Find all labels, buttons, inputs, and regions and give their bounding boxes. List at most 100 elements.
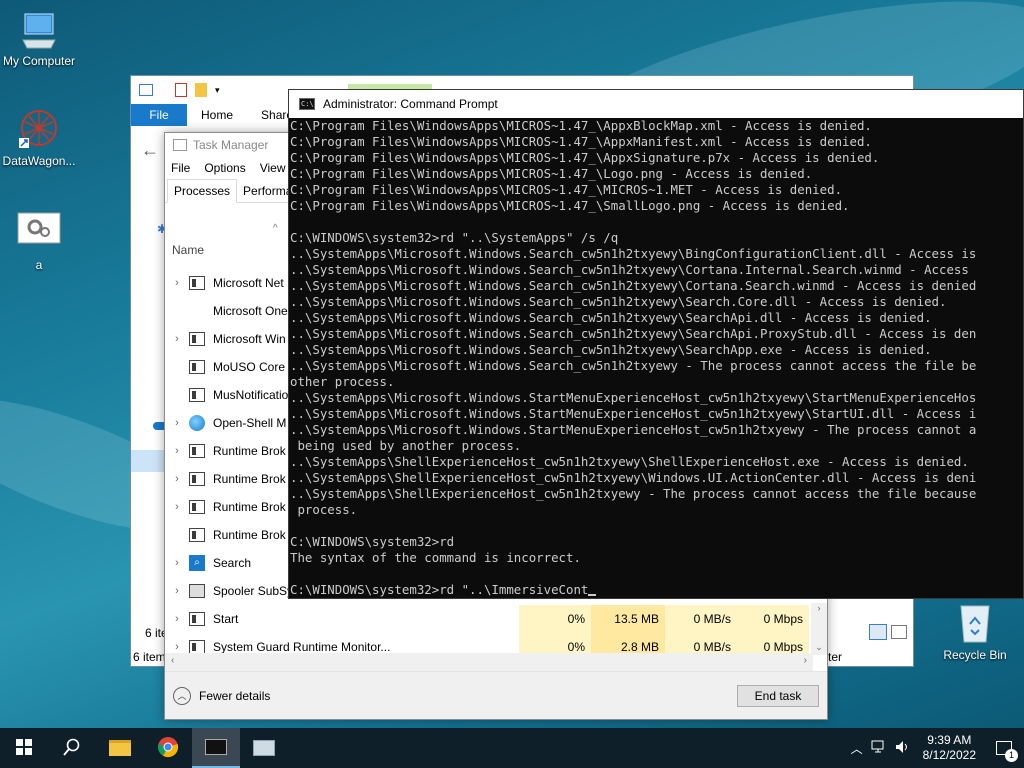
expand-chevron-icon[interactable]: ›: [165, 473, 189, 485]
horizontal-scrollbar[interactable]: ‹ ›: [165, 653, 813, 671]
recycle-bin-icon: [957, 600, 993, 644]
expand-chevron-icon[interactable]: ›: [165, 417, 189, 429]
command-prompt-titlebar[interactable]: C:\ Administrator: Command Prompt: [289, 90, 1023, 118]
fewer-details-label: Fewer details: [199, 688, 271, 703]
taskbar-chrome[interactable]: [144, 728, 192, 768]
task-manager-footer: ︿ Fewer details End task: [165, 671, 827, 719]
console-line: C:\WINDOWS\system32>rd "..\ImmersiveCont: [290, 582, 1024, 598]
console-text: C:\Program Files\WindowsApps\MICROS~1.47…: [290, 166, 813, 181]
fewer-details-button[interactable]: ︿ Fewer details: [173, 686, 271, 705]
action-center-button[interactable]: 1: [984, 728, 1024, 768]
taskbar-task-manager[interactable]: [240, 728, 288, 768]
back-arrow-icon[interactable]: ←: [141, 140, 159, 161]
menu-view[interactable]: View: [260, 161, 286, 175]
console-line: process.: [290, 502, 1024, 518]
menu-file[interactable]: File: [171, 161, 190, 175]
tab-home[interactable]: Home: [187, 104, 247, 126]
app-window-icon: [189, 612, 205, 626]
clock[interactable]: 9:39 AM 8/12/2022: [915, 733, 984, 763]
task-manager-icon: [253, 740, 275, 756]
console-line: C:\WINDOWS\system32>rd: [290, 534, 1024, 550]
taskbar-file-explorer[interactable]: [96, 728, 144, 768]
settings-file-icon: [17, 212, 61, 244]
expand-chevron-icon[interactable]: ›: [165, 445, 189, 457]
console-line: ..\SystemApps\Microsoft.Windows.Search_c…: [290, 342, 1024, 358]
desktop-icon-a[interactable]: a: [0, 212, 78, 272]
expand-chevron-icon[interactable]: ›: [165, 333, 189, 345]
expand-chevron-icon[interactable]: ›: [165, 641, 189, 653]
desktop-icon-my-computer[interactable]: My Computer: [0, 10, 78, 68]
desktop-icon-label: DataWagon...: [2, 154, 76, 168]
network-icon[interactable]: [867, 740, 891, 757]
console-text: The syntax of the command is incorrect.: [290, 550, 581, 565]
console-line: being used by another process.: [290, 438, 1024, 454]
new-folder-icon[interactable]: [195, 83, 207, 97]
dropdown-icon[interactable]: ▾: [215, 85, 220, 96]
search-button[interactable]: [48, 728, 96, 768]
tab-file[interactable]: File: [131, 104, 187, 126]
desktop-icon-label: My Computer: [2, 54, 76, 68]
tab-processes[interactable]: Processes: [167, 179, 238, 203]
expand-chevron-icon[interactable]: ›: [165, 501, 189, 513]
command-prompt-window[interactable]: C:\ Administrator: Command Prompt C:\Pro…: [288, 89, 1024, 599]
large-icons-view-icon[interactable]: [891, 625, 907, 639]
quick-access-icon[interactable]: [139, 84, 153, 96]
console-line: ..\SystemApps\ShellExperienceHost_cw5n1h…: [290, 486, 1024, 502]
details-view-icon[interactable]: [869, 624, 887, 640]
app-window-icon: [189, 640, 205, 654]
console-text: ..\SystemApps\Microsoft.Windows.Search_c…: [290, 262, 969, 277]
taskbar-command-prompt[interactable]: [192, 728, 240, 768]
text-cursor: [588, 594, 597, 596]
console-line: ..\SystemApps\Microsoft.Windows.Search_c…: [290, 358, 1024, 374]
expand-chevron-icon[interactable]: ›: [165, 585, 189, 597]
memory-cell: 13.5 MB: [591, 605, 665, 633]
properties-icon[interactable]: [175, 83, 187, 97]
console-text: C:\Program Files\WindowsApps\MICROS~1.47…: [290, 150, 880, 165]
show-hidden-icons-chevron-icon[interactable]: ︿: [847, 740, 867, 757]
console-text: ..\SystemApps\Microsoft.Windows.Search_c…: [290, 326, 977, 341]
app-window-icon: [189, 276, 205, 290]
expand-chevron-icon[interactable]: ›: [165, 557, 189, 569]
console-output[interactable]: C:\Program Files\WindowsApps\MICROS~1.47…: [289, 118, 1024, 600]
console-line: ..\SystemApps\ShellExperienceHost_cw5n1h…: [290, 454, 1024, 470]
volume-icon[interactable]: [891, 740, 915, 757]
console-text: ..\SystemApps\Microsoft.Windows.Search_c…: [290, 294, 947, 309]
console-text: ..\SystemApps\ShellExperienceHost_cw5n1h…: [290, 486, 977, 501]
console-text: C:\Program Files\WindowsApps\MICROS~1.47…: [290, 118, 872, 133]
desktop-icon-label: a: [35, 258, 43, 272]
process-row[interactable]: › Start 0% 13.5 MB 0 MB/s 0 Mbps: [165, 605, 827, 633]
status-right-text: ter: [828, 650, 843, 664]
console-text: ..\SystemApps\ShellExperienceHost_cw5n1h…: [290, 454, 969, 469]
console-text: C:\Program Files\WindowsApps\MICROS~1.47…: [290, 198, 850, 213]
desktop-icon-datawagon[interactable]: DataWagon...: [0, 108, 78, 168]
app-window-icon: [189, 500, 205, 514]
console-line: C:\Program Files\WindowsApps\MICROS~1.47…: [290, 198, 1024, 214]
menu-options[interactable]: Options: [204, 161, 245, 175]
expand-chevron-icon[interactable]: ›: [165, 277, 189, 289]
clock-date: 8/12/2022: [922, 748, 976, 762]
desktop-icon-recycle-bin[interactable]: Recycle Bin: [940, 600, 1010, 662]
console-text: C:\WINDOWS\system32>rd "..\ImmersiveCont: [290, 582, 589, 597]
globe-icon: [189, 415, 205, 431]
scroll-down-icon[interactable]: ⌄: [811, 642, 827, 653]
notification-badge: 1: [1005, 749, 1018, 762]
start-button[interactable]: [0, 728, 48, 768]
computer-icon: [19, 10, 59, 50]
console-text: ..\SystemApps\Microsoft.Windows.StartMen…: [290, 390, 977, 405]
console-line: C:\Program Files\WindowsApps\MICROS~1.47…: [290, 150, 1024, 166]
scroll-up-icon[interactable]: ›: [811, 603, 827, 613]
console-line: ..\SystemApps\Microsoft.Windows.StartMen…: [290, 422, 1024, 438]
vertical-scrollbar[interactable]: › ⌄: [811, 603, 827, 655]
scroll-left-icon[interactable]: ‹: [171, 655, 174, 666]
console-text: C:\WINDOWS\system32>rd "..\SystemApps" /…: [290, 230, 619, 245]
column-name[interactable]: Name: [172, 243, 204, 257]
nav-selected-item[interactable]: [131, 450, 165, 472]
scroll-right-icon[interactable]: ›: [804, 655, 807, 666]
clock-time: 9:39 AM: [927, 733, 972, 747]
end-task-button[interactable]: End task: [737, 684, 819, 707]
console-line: ..\SystemApps\ShellExperienceHost_cw5n1h…: [290, 470, 1024, 486]
sort-chevron-icon[interactable]: ^: [273, 223, 278, 234]
expand-chevron-icon[interactable]: ›: [165, 613, 189, 625]
app-window-icon: [189, 332, 205, 346]
